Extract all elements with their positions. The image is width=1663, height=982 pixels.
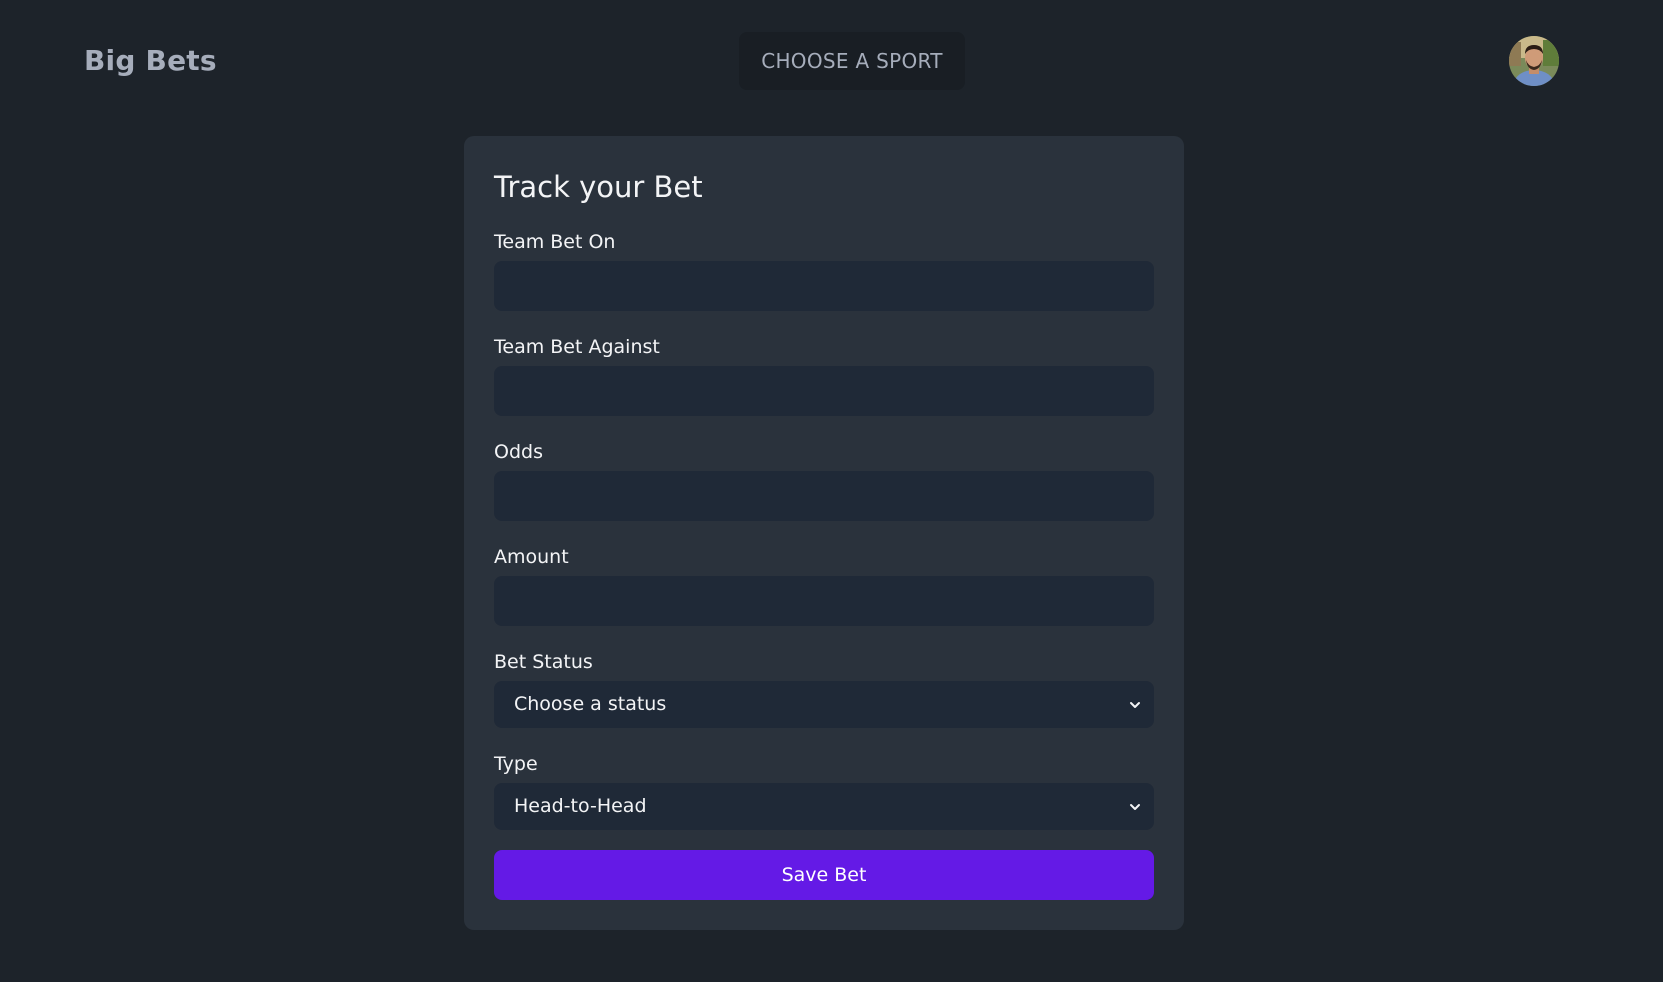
- team-bet-on-input[interactable]: [494, 261, 1154, 311]
- chevron-down-icon: [1130, 702, 1140, 708]
- brand-logo-text[interactable]: Big Bets: [84, 44, 217, 77]
- track-bet-card: Track your Bet Team Bet On Team Bet Agai…: [464, 136, 1184, 930]
- form-title: Track your Bet: [494, 170, 703, 204]
- type-selected-value: Head-to-Head: [514, 795, 647, 817]
- navbar: Big Bets CHOOSE A SPORT: [0, 0, 1663, 124]
- amount-label: Amount: [494, 546, 569, 568]
- team-bet-on-label: Team Bet On: [494, 231, 616, 253]
- amount-input[interactable]: [494, 576, 1154, 626]
- chevron-down-icon: [1130, 804, 1140, 810]
- type-label: Type: [494, 753, 538, 775]
- save-bet-button[interactable]: Save Bet: [494, 850, 1154, 900]
- bet-status-selected-value: Choose a status: [514, 693, 667, 715]
- user-avatar[interactable]: [1509, 36, 1559, 86]
- type-select[interactable]: Head-to-Head: [494, 783, 1154, 830]
- odds-input[interactable]: [494, 471, 1154, 521]
- choose-sport-button[interactable]: CHOOSE A SPORT: [739, 32, 965, 90]
- bet-status-select[interactable]: Choose a status: [494, 681, 1154, 728]
- team-bet-against-label: Team Bet Against: [494, 336, 660, 358]
- avatar-photo-icon: [1509, 36, 1559, 86]
- bet-status-label: Bet Status: [494, 651, 593, 673]
- odds-label: Odds: [494, 441, 543, 463]
- team-bet-against-input[interactable]: [494, 366, 1154, 416]
